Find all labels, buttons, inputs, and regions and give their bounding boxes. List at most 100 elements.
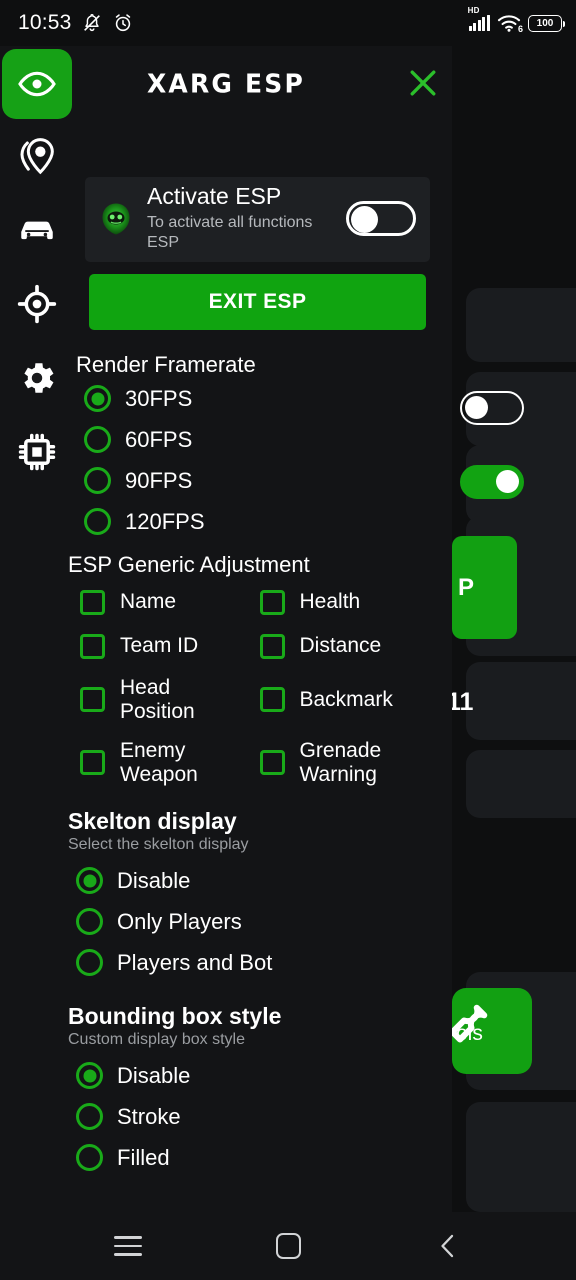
radio-indicator [76,1103,103,1131]
crosshair-icon [17,284,57,324]
radio-group-bounding-box-style: Disable Stroke Filled [68,1055,427,1178]
checkbox-indicator [80,589,105,615]
radio-option-120fps[interactable]: 120FPS [76,501,427,542]
checkbox-label: Team ID [120,634,199,658]
radio-option-box-stroke[interactable]: Stroke [68,1096,427,1137]
radio-option-skelton-only-players[interactable]: Only Players [68,901,427,942]
wifi-generation-label: 6 [517,24,523,34]
background-toggle-on[interactable] [460,465,524,499]
phone-screen: P 11 ols 10:53 HD 6 100 XARG ESP Activat… [0,0,576,1280]
radio-option-box-filled[interactable]: Filled [68,1137,427,1178]
gear-icon [24,363,54,393]
activate-esp-title: Activate ESP [147,183,282,210]
checkbox-label: Enemy Weapon [120,739,198,786]
alarm-clock-icon [115,14,130,32]
android-nav-bar [0,1212,576,1280]
recents-button[interactable] [104,1222,152,1270]
section-subheading: Custom display box style [68,1031,245,1049]
close-x-icon [410,70,436,96]
close-button[interactable] [400,60,446,106]
activate-esp-subtitle: To activate all functions ESP [147,213,313,251]
radio-indicator [84,508,111,535]
background-card [466,1102,576,1212]
section-esp-generic-adjustment: ESP Generic Adjustment Name Health Team … [0,552,441,794]
checkbox-option-health[interactable]: Health [248,580,428,624]
checkbox-indicator [80,750,105,776]
sidebar-item-aim[interactable] [0,267,74,341]
section-heading: Skelton display [68,808,237,835]
checkbox-label: Name [120,590,177,614]
radio-indicator [84,385,111,412]
home-icon [275,1233,301,1259]
sidebar-item-esp[interactable] [2,49,72,119]
radio-group-render-framerate: 30FPS 60FPS 90FPS 120FPS [76,378,427,542]
exit-esp-button[interactable]: EXIT ESP [89,274,426,330]
checkbox-option-team-id[interactable]: Team ID [68,624,248,668]
checkbox-indicator [259,589,285,615]
background-card [466,750,576,818]
sidebar-item-vehicle[interactable] [0,193,74,267]
section-bounding-box-style: Bounding box style Custom display box st… [0,1003,441,1178]
background-button-label: P [458,573,475,601]
checkbox-label: Backmark [299,687,393,711]
sidebar [0,46,74,489]
radio-label: Only Players [117,908,242,934]
background-toggle-off[interactable] [460,391,524,425]
radio-indicator [76,908,103,936]
radio-indicator [84,426,111,453]
activate-esp-card[interactable]: Activate ESP To activate all functions E… [85,177,430,262]
toggle-knob [496,470,519,493]
sidebar-item-memory[interactable] [0,415,74,489]
signal-bars [468,15,490,31]
recents-icon [114,1236,142,1256]
checkbox-label: Health [299,590,361,614]
checkbox-option-head-position[interactable]: Head Position [68,668,248,731]
sidebar-item-settings[interactable] [0,341,74,415]
checkbox-indicator [259,633,285,659]
status-bar: 10:53 HD 6 100 [0,0,576,46]
cpu-chip-icon [18,433,56,471]
checkbox-label: Distance [299,634,382,658]
toggle-knob [351,206,378,233]
sidebar-item-location[interactable] [0,119,74,193]
radio-indicator [84,467,111,494]
checkbox-indicator [259,687,285,713]
checkbox-option-grenade-warning[interactable]: Grenade Warning [248,731,428,794]
checkbox-option-backmark[interactable]: Backmark [248,668,428,731]
background-card [466,288,576,362]
checkbox-label: Grenade Warning [299,739,382,786]
radio-option-30fps[interactable]: 30FPS [76,378,427,419]
checkbox-option-distance[interactable]: Distance [248,624,428,668]
section-heading: ESP Generic Adjustment [68,552,310,577]
back-chevron-icon [441,1234,454,1258]
radio-group-skelton-display: Disable Only Players Players and Bot [68,860,427,983]
background-green-button[interactable]: P [452,536,517,639]
radio-option-90fps[interactable]: 90FPS [76,460,427,501]
background-card [466,662,576,740]
hd-label: HD [467,6,480,15]
checkbox-option-name[interactable]: Name [68,580,248,624]
wifi-icon: 6 [497,14,523,34]
radio-indicator [76,1062,103,1090]
section-heading: Render Framerate [76,352,256,377]
checkbox-option-enemy-weapon[interactable]: Enemy Weapon [68,731,248,794]
back-button[interactable] [424,1222,472,1270]
radio-option-60fps[interactable]: 60FPS [76,419,427,460]
background-tools-button[interactable]: ols [452,988,532,1074]
section-skelton-display: Skelton display Select the skelton displ… [0,808,441,983]
eye-icon [18,71,56,97]
radio-label: Disable [117,867,191,893]
activate-esp-toggle[interactable] [346,201,416,236]
signal-icon: HD [468,6,490,31]
status-bar-left: 10:53 [18,11,134,35]
radio-indicator [76,949,103,977]
radio-option-skelton-players-and-bot[interactable]: Players and Bot [68,942,427,983]
radio-option-skelton-disable[interactable]: Disable [68,860,427,901]
home-button[interactable] [264,1222,312,1270]
battery-level-label: 100 [536,17,554,29]
radio-label: Filled [117,1144,170,1170]
battery-icon: 100 [528,14,565,32]
radio-option-box-disable[interactable]: Disable [68,1055,427,1096]
radio-label: Disable [117,1062,191,1088]
radio-label: 120FPS [125,508,205,534]
